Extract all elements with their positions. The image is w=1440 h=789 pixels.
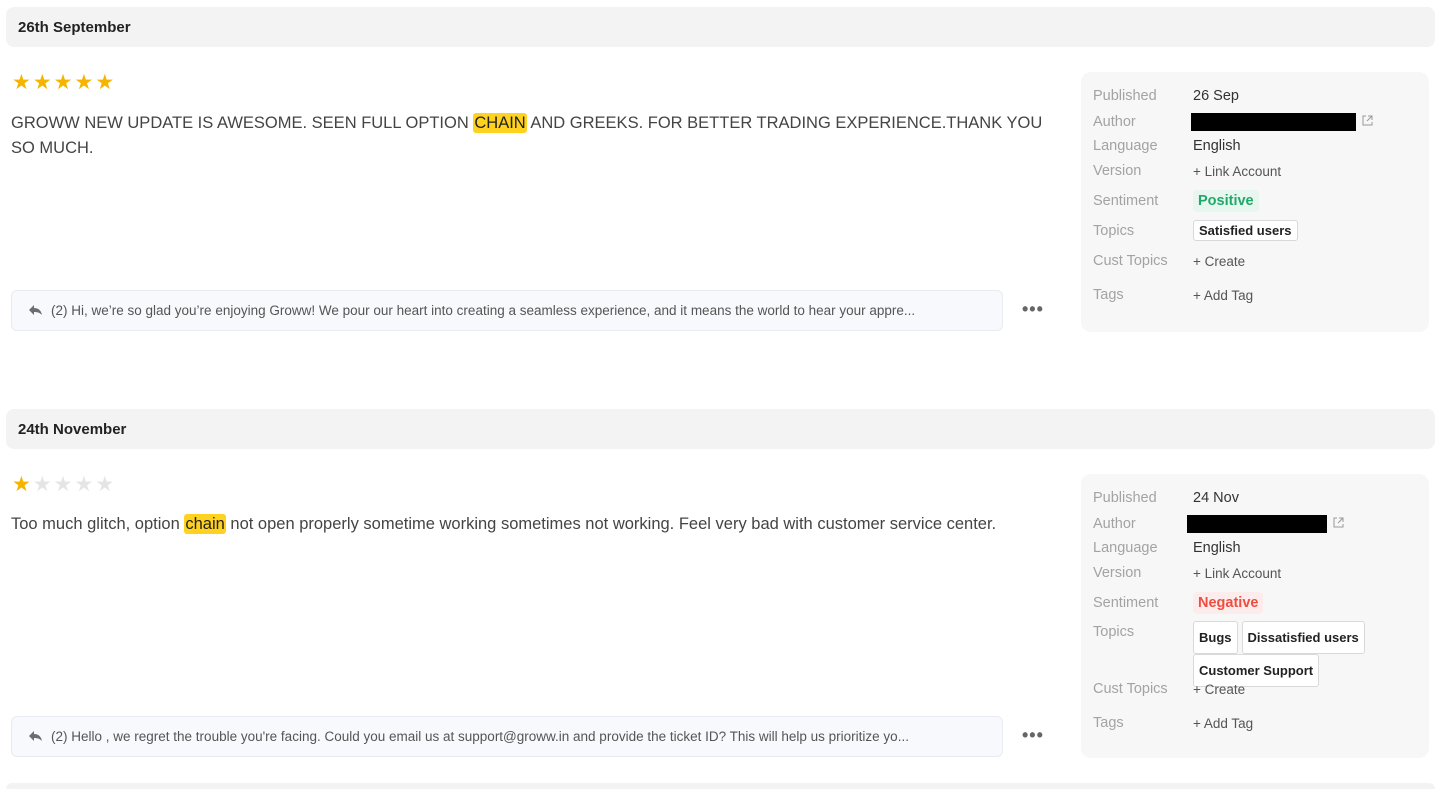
- meta-version-row: Version + Link Account: [1093, 565, 1281, 581]
- published-date: 26 Sep: [1193, 88, 1239, 104]
- review-text: GROWW NEW UPDATE IS AWESOME. SEEN FULL O…: [11, 111, 1051, 161]
- date-header-label: 24th November: [18, 420, 127, 438]
- meta-label: Topics: [1093, 624, 1135, 640]
- sentiment-badge[interactable]: Positive: [1193, 190, 1259, 212]
- meta-label: Author: [1093, 516, 1136, 532]
- keyword-highlight: CHAIN: [473, 113, 527, 133]
- reply-preview[interactable]: (2) Hi, we’re so glad you’re enjoying Gr…: [11, 290, 1003, 331]
- reply-arrow-icon: [28, 303, 43, 319]
- reply-arrow-icon: [28, 729, 43, 745]
- reply-preview[interactable]: (2) Hello , we regret the trouble you're…: [11, 716, 1003, 757]
- review-meta-panel: Published 24 Nov Author Language English…: [1081, 474, 1429, 758]
- meta-published-row: Published 24 Nov: [1093, 490, 1239, 506]
- star-filled-icon: ★: [74, 71, 94, 94]
- star-filled-icon: ★: [53, 71, 73, 94]
- topic-tag[interactable]: Satisfied users: [1193, 220, 1298, 241]
- review-text-part: GROWW NEW UPDATE IS AWESOME. SEEN FULL O…: [11, 114, 474, 132]
- rating-stars: ★ ★ ★ ★ ★: [12, 474, 114, 495]
- language-value: English: [1193, 138, 1241, 154]
- meta-label: Language: [1093, 138, 1158, 154]
- sentiment-badge[interactable]: Negative: [1193, 592, 1264, 614]
- star-empty-icon: ★: [32, 473, 52, 496]
- meta-label: Cust Topics: [1093, 253, 1168, 269]
- more-options-button[interactable]: •••: [1022, 299, 1044, 320]
- reply-text: (2) Hello , we regret the trouble you're…: [51, 729, 909, 744]
- more-options-button[interactable]: •••: [1022, 725, 1044, 746]
- author-redacted: [1191, 113, 1356, 131]
- meta-label: Version: [1093, 163, 1142, 179]
- meta-sentiment-row: Sentiment Positive: [1093, 190, 1259, 212]
- meta-label: Sentiment: [1093, 595, 1159, 611]
- topic-tag-list: Bugs Dissatisfied usersCustomer Support: [1193, 621, 1413, 687]
- star-empty-icon: ★: [53, 473, 73, 496]
- rating-stars: ★ ★ ★ ★ ★: [12, 72, 114, 93]
- meta-published-row: Published 26 Sep: [1093, 88, 1239, 104]
- topic-tag[interactable]: Dissatisfied users: [1241, 621, 1365, 654]
- meta-topics-row: Topics Satisfied users: [1093, 220, 1302, 241]
- meta-author-row: Author: [1093, 515, 1344, 533]
- language-value: English: [1193, 540, 1241, 556]
- star-empty-icon: ★: [95, 473, 115, 496]
- next-date-header: [6, 783, 1435, 789]
- add-tag-button[interactable]: + Add Tag: [1193, 716, 1253, 731]
- review-text-part: not open properly sometime working somet…: [225, 515, 997, 533]
- link-account-button[interactable]: + Link Account: [1193, 164, 1281, 179]
- star-filled-icon: ★: [32, 71, 52, 94]
- star-filled-icon: ★: [12, 71, 31, 94]
- date-header: 26th September: [6, 7, 1435, 47]
- meta-tags-row: Tags + Add Tag: [1093, 715, 1253, 731]
- date-header: 24th November: [6, 409, 1435, 449]
- published-date: 24 Nov: [1193, 490, 1239, 506]
- meta-label: Sentiment: [1093, 193, 1159, 209]
- link-account-button[interactable]: + Link Account: [1193, 566, 1281, 581]
- external-link-icon[interactable]: [1362, 115, 1373, 129]
- date-header-label: 26th September: [18, 18, 131, 36]
- meta-label: Author: [1093, 114, 1136, 130]
- meta-language-row: Language English: [1093, 138, 1241, 154]
- meta-label: Cust Topics: [1093, 681, 1168, 697]
- meta-cust-topics-row: Cust Topics + Create: [1093, 681, 1245, 697]
- review-text-part: Too much glitch, option: [11, 515, 185, 533]
- meta-label: Published: [1093, 490, 1157, 506]
- meta-label: Tags: [1093, 715, 1124, 731]
- star-filled-icon: ★: [95, 71, 115, 94]
- review-text: Too much glitch, option chain not open p…: [11, 512, 1021, 537]
- meta-author-row: Author: [1093, 113, 1373, 131]
- review-meta-panel: Published 26 Sep Author Language English…: [1081, 72, 1429, 332]
- author-redacted: [1187, 515, 1327, 533]
- meta-label: Language: [1093, 540, 1158, 556]
- reply-text: (2) Hi, we’re so glad you’re enjoying Gr…: [51, 303, 916, 318]
- star-empty-icon: ★: [74, 473, 94, 496]
- topic-tag[interactable]: Bugs: [1193, 621, 1238, 654]
- keyword-highlight: chain: [184, 514, 226, 534]
- add-tag-button[interactable]: + Add Tag: [1193, 288, 1253, 303]
- meta-cust-topics-row: Cust Topics + Create: [1093, 253, 1245, 269]
- create-cust-topic-button[interactable]: + Create: [1193, 254, 1245, 269]
- meta-label: Version: [1093, 565, 1142, 581]
- meta-label: Published: [1093, 88, 1157, 104]
- meta-topics-row: Topics Bugs Dissatisfied usersCustomer Su…: [1093, 621, 1413, 687]
- meta-tags-row: Tags + Add Tag: [1093, 287, 1253, 303]
- meta-version-row: Version + Link Account: [1093, 163, 1281, 179]
- external-link-icon[interactable]: [1333, 517, 1344, 531]
- meta-label: Topics: [1093, 222, 1135, 239]
- star-filled-icon: ★: [12, 473, 31, 496]
- meta-language-row: Language English: [1093, 540, 1241, 556]
- meta-sentiment-row: Sentiment Negative: [1093, 592, 1264, 614]
- meta-label: Tags: [1093, 287, 1124, 303]
- create-cust-topic-button[interactable]: + Create: [1193, 682, 1245, 697]
